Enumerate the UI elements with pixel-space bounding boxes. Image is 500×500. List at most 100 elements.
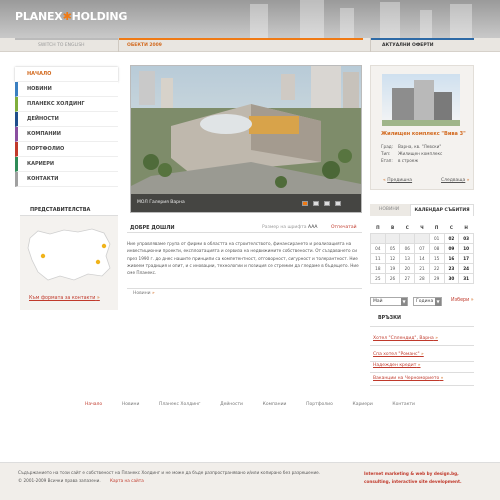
previous-offer-link[interactable]: « Предишна bbox=[383, 178, 412, 183]
external-link-label: Хотел "Сплендид", Варна bbox=[373, 336, 434, 341]
tab-news[interactable]: НОВИНИ bbox=[379, 207, 399, 212]
calendar-day[interactable]: 26 bbox=[384, 272, 401, 284]
calendar-day[interactable]: 04 bbox=[370, 242, 386, 254]
choose-label: Избери bbox=[451, 298, 470, 303]
calendar-day bbox=[370, 232, 386, 244]
calendar-day[interactable]: 28 bbox=[414, 272, 430, 284]
calendar-day[interactable]: 02 bbox=[443, 232, 460, 244]
external-link[interactable]: Спа хотел "Романс" » bbox=[373, 352, 424, 357]
logo-text-left: PLANEX bbox=[15, 10, 63, 23]
next-offer-link[interactable]: Следваща » bbox=[441, 178, 470, 183]
calendar-day[interactable]: 23 bbox=[443, 262, 460, 274]
calendar-day[interactable]: 19 bbox=[384, 262, 401, 274]
bulgaria-map-icon[interactable] bbox=[20, 216, 118, 296]
calendar-day[interactable]: 17 bbox=[458, 252, 474, 264]
sidebar-item[interactable]: КОНТАКТИ bbox=[15, 172, 118, 187]
print-link[interactable]: Отпечатай bbox=[331, 225, 357, 230]
footer-nav-item[interactable]: Начало bbox=[85, 402, 102, 407]
calendar-day bbox=[399, 232, 416, 244]
sidebar-item-label: ПОРТФОЛИО bbox=[27, 146, 65, 152]
calendar-day[interactable]: 22 bbox=[428, 262, 445, 274]
tab-calendar-events[interactable]: КАЛЕНДАР СЪБИТИЯ bbox=[410, 204, 474, 216]
calendar-day[interactable]: 08 bbox=[428, 242, 445, 254]
calendar-day[interactable]: 24 bbox=[458, 262, 474, 274]
month-select[interactable]: Май ▼ bbox=[370, 297, 408, 306]
calendar-day[interactable]: 20 bbox=[399, 262, 416, 274]
mall-rendering-image bbox=[131, 66, 361, 212]
switch-language-link[interactable]: SWITCH TO ENGLISH bbox=[38, 43, 85, 48]
footer-nav-item[interactable]: Компании bbox=[263, 402, 287, 407]
footer-nav-item[interactable]: Кариери bbox=[353, 402, 373, 407]
footer-nav-item[interactable]: Контакти bbox=[392, 402, 415, 407]
double-arrow-icon: » bbox=[152, 291, 155, 296]
external-link-label: Ваканции на Черноморието bbox=[373, 376, 440, 381]
welcome-title: ДОБРЕ ДОШЛИ bbox=[130, 225, 175, 231]
sidebar-item-label: НОВИНИ bbox=[27, 86, 52, 92]
calendar-day[interactable]: 09 bbox=[443, 242, 460, 254]
external-link[interactable]: Надежден кредит » bbox=[373, 363, 421, 368]
sidebar-item[interactable]: КОМПАНИИ bbox=[15, 127, 118, 142]
divider bbox=[370, 345, 474, 346]
gallery-thumb[interactable] bbox=[335, 201, 341, 206]
calendar-day bbox=[414, 232, 430, 244]
sidebar-item[interactable]: ПОРТФОЛИО bbox=[15, 142, 118, 157]
calendar-day[interactable]: 03 bbox=[458, 232, 474, 244]
year-select-value: Година bbox=[416, 299, 434, 304]
logo[interactable]: PLANEX✱HOLDING bbox=[15, 10, 127, 23]
calendar-day[interactable]: 25 bbox=[370, 272, 386, 284]
developer-credit[interactable]: Internet marketing & web by design.bg, c… bbox=[364, 470, 484, 485]
offers-2009-link[interactable]: ОБЕКТИ 2009 bbox=[127, 43, 162, 48]
footer-nav-item[interactable]: Дейности bbox=[220, 402, 243, 407]
calendar-day[interactable]: 21 bbox=[414, 262, 430, 274]
current-offers-link[interactable]: АКТУАЛНИ ОФЕРТИ bbox=[382, 43, 434, 48]
sidebar-item[interactable]: ПЛАНЕКС ХОЛДИНГ bbox=[15, 97, 118, 112]
external-link[interactable]: Ваканции на Черноморието » bbox=[373, 376, 443, 381]
sidebar-item[interactable]: НОВИНИ bbox=[15, 82, 118, 97]
gallery-thumb[interactable] bbox=[313, 201, 319, 206]
calendar-day[interactable]: 10 bbox=[458, 242, 474, 254]
sidebar-item-label: ДЕЙНОСТИ bbox=[27, 116, 59, 122]
calendar-day[interactable]: 14 bbox=[414, 252, 430, 264]
calendar-day[interactable]: 06 bbox=[399, 242, 416, 254]
offer-detail-value: в строеж bbox=[398, 158, 419, 163]
external-link[interactable]: Хотел "Сплендид", Варна » bbox=[373, 336, 438, 341]
footer-nav-item[interactable]: Новини bbox=[122, 402, 140, 407]
calendar-day[interactable]: 11 bbox=[370, 252, 386, 264]
gallery-thumb[interactable] bbox=[324, 201, 330, 206]
calendar-day[interactable]: 30 bbox=[443, 272, 460, 284]
calendar-day[interactable]: 01 bbox=[428, 232, 445, 244]
footer-nav-item[interactable]: Портфолио bbox=[306, 402, 333, 407]
offer-detail-row: Тип: Жилищен комплекс bbox=[381, 151, 442, 156]
gallery-thumb[interactable] bbox=[302, 201, 308, 206]
sitemap-link[interactable]: Карта на сайта bbox=[110, 478, 144, 483]
offer-image[interactable] bbox=[382, 74, 460, 126]
calendar-day[interactable]: 31 bbox=[458, 272, 474, 284]
calendar-day[interactable]: 16 bbox=[443, 252, 460, 264]
calendar-day[interactable]: 07 bbox=[414, 242, 430, 254]
copyright-note: Съдържанието на този сайт е собственост … bbox=[18, 470, 321, 475]
offer-title[interactable]: Жилищен комплекс "Вива 3" bbox=[381, 131, 466, 137]
sidebar-item[interactable]: ДЕЙНОСТИ bbox=[15, 112, 118, 127]
sidebar-item-label: КОМПАНИИ bbox=[27, 131, 61, 137]
gallery-image[interactable] bbox=[130, 65, 362, 213]
font-size-buttons[interactable]: AAA bbox=[308, 225, 318, 230]
calendar-day[interactable]: 29 bbox=[428, 272, 445, 284]
divider bbox=[370, 385, 474, 386]
calendar-day[interactable]: 27 bbox=[399, 272, 416, 284]
footer-nav-item[interactable]: Планекс Холдинг bbox=[159, 402, 200, 407]
year-select[interactable]: Година ▼ bbox=[413, 297, 442, 306]
sidebar-item[interactable]: НАЧАЛО bbox=[15, 67, 118, 82]
calendar-day[interactable]: 12 bbox=[384, 252, 401, 264]
calendar-day[interactable]: 15 bbox=[428, 252, 445, 264]
calendar-day[interactable]: 18 bbox=[370, 262, 386, 274]
sidebar-item-label: КОНТАКТИ bbox=[27, 176, 59, 182]
weekday-header: Н bbox=[464, 225, 468, 231]
divider bbox=[127, 232, 362, 233]
news-link[interactable]: Новини » bbox=[133, 291, 155, 296]
contacts-form-link[interactable]: Към формата за контакти » bbox=[29, 296, 100, 301]
calendar-day[interactable]: 13 bbox=[399, 252, 416, 264]
weekday-header: С bbox=[405, 225, 409, 231]
calendar-day[interactable]: 05 bbox=[384, 242, 401, 254]
choose-link[interactable]: Избери » bbox=[451, 298, 474, 303]
sidebar-item[interactable]: КАРИЕРИ bbox=[15, 157, 118, 172]
